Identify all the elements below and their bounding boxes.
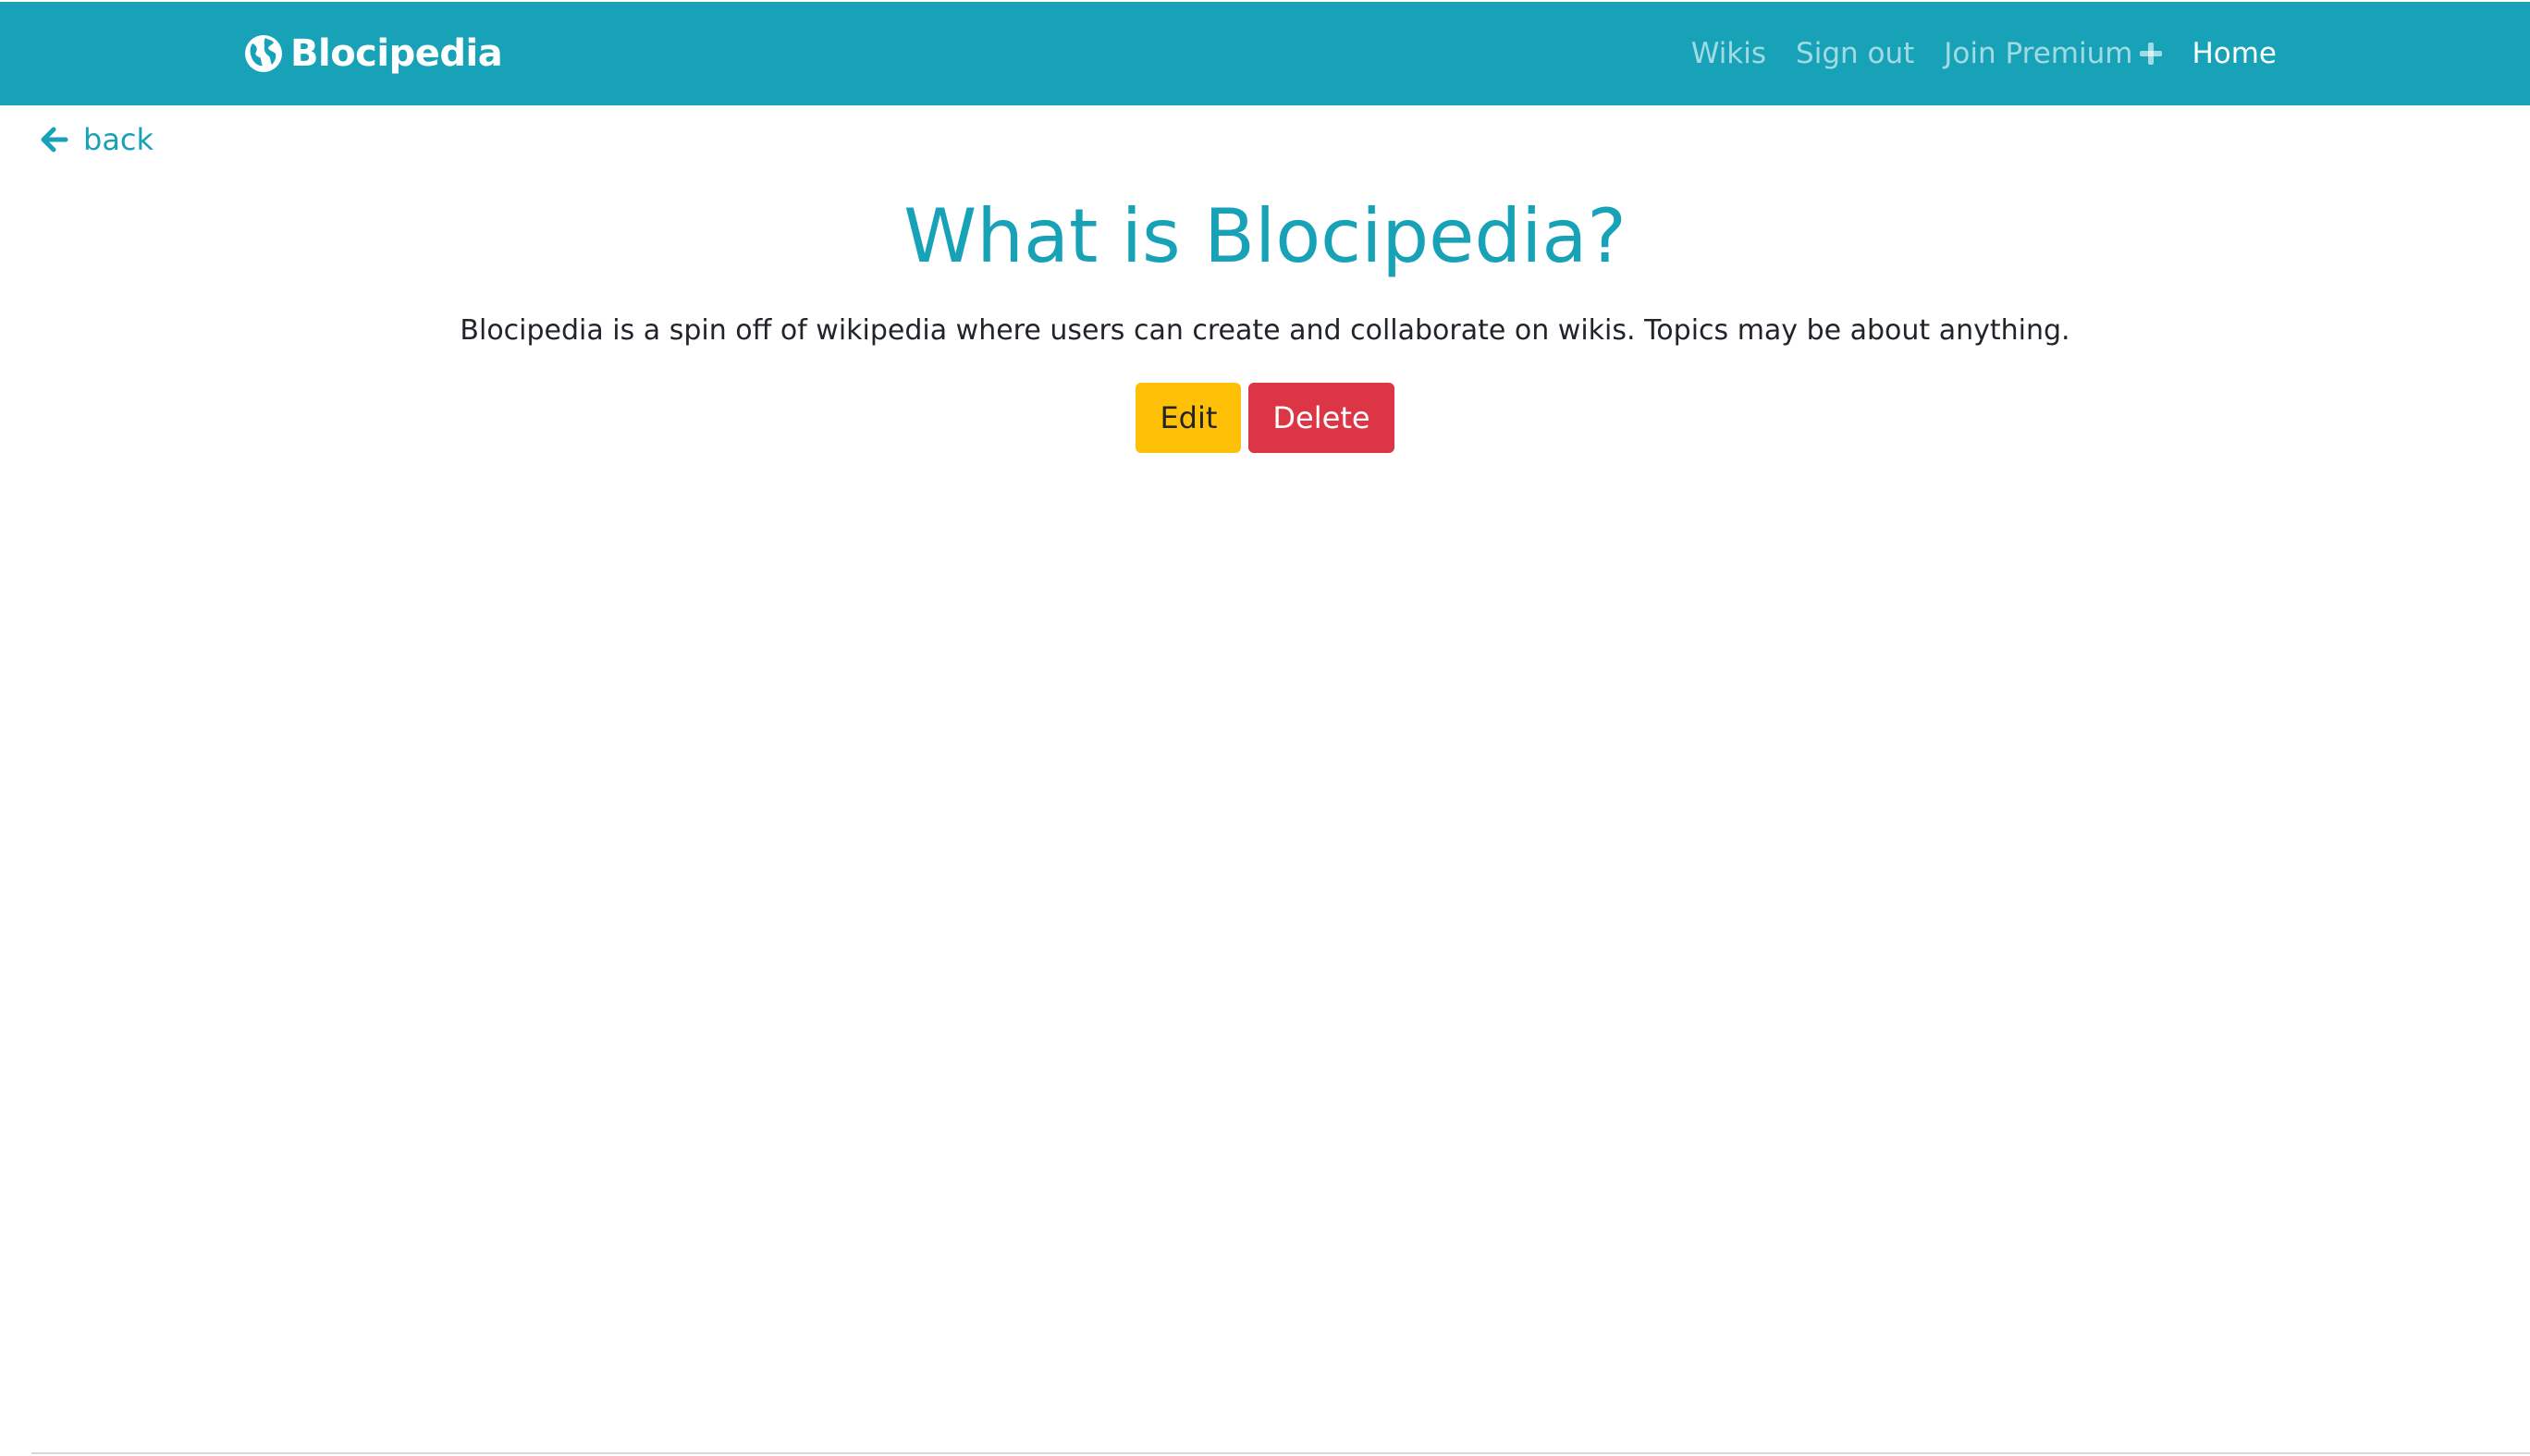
globe-icon [244,34,283,73]
wiki-title: What is Blocipedia? [903,193,1627,279]
wiki-actions: Edit Delete [0,383,2530,453]
nav-link-sign-out[interactable]: Sign out [1796,37,1914,70]
bottom-divider [31,1452,2530,1454]
delete-button[interactable]: Delete [1248,383,1394,453]
nav-links: Wikis Sign out Join Premium Home [1662,2,2277,105]
nav-link-wikis[interactable]: Wikis [1691,37,1766,70]
nav-link-home[interactable]: Home [2192,37,2277,70]
brand-link[interactable]: Blocipedia [244,2,503,105]
top-navbar: Blocipedia Wikis Sign out Join Premium H… [0,2,2530,105]
back-label: back [83,122,154,157]
join-premium-label: Join Premium [1944,37,2133,70]
plus-icon [2140,43,2163,65]
edit-button[interactable]: Edit [1136,383,1242,453]
nav-link-join-premium[interactable]: Join Premium [1944,37,2163,70]
arrow-left-icon [41,126,68,153]
brand-name: Blocipedia [290,32,503,75]
back-link[interactable]: back [41,118,154,161]
wiki-body: Blocipedia is a spin off of wikipedia wh… [460,314,2070,347]
